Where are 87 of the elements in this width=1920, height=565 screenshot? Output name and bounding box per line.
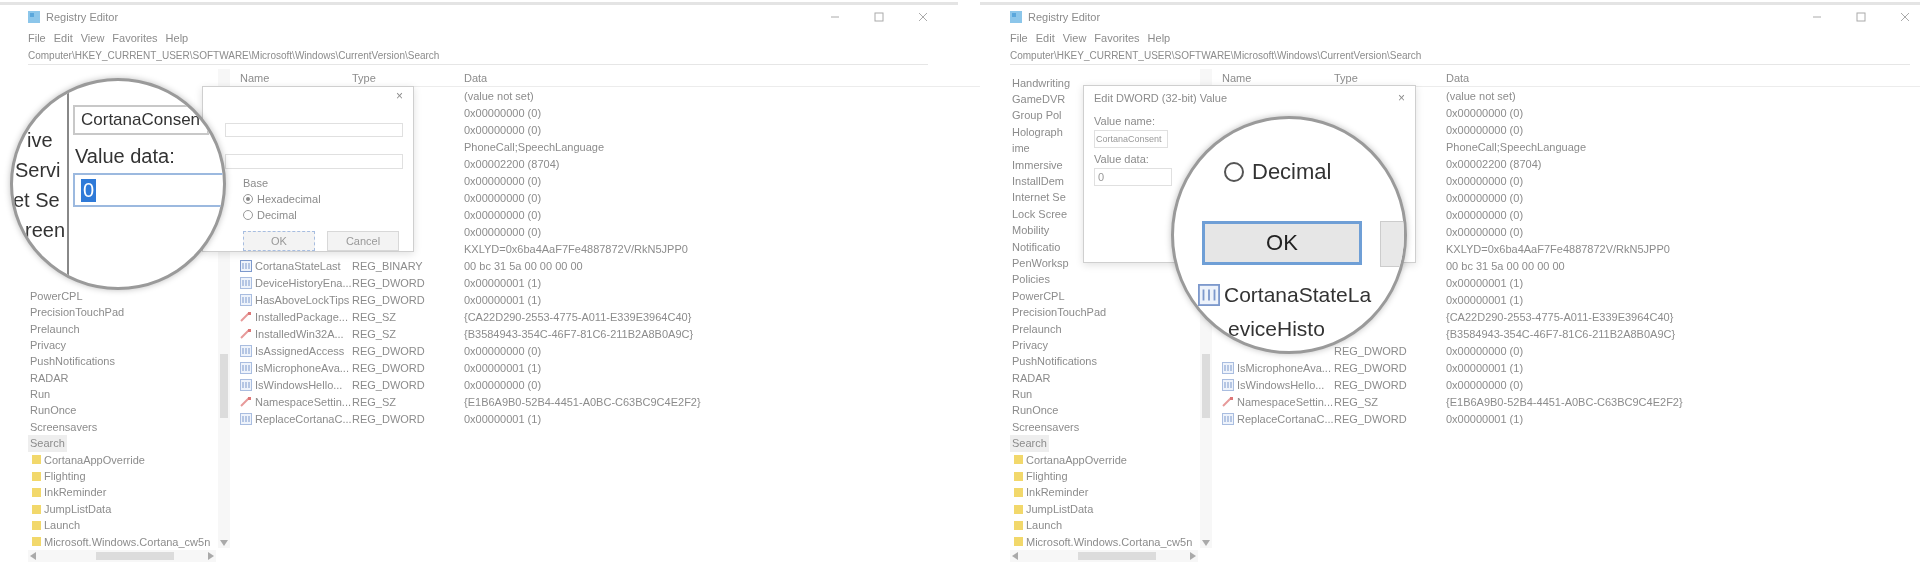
value-name: IsWindowsHello...	[1237, 378, 1325, 391]
tree-item: reen	[25, 219, 66, 242]
value-name: InstalledWin32A...	[255, 327, 344, 340]
window-title: Registry Editor	[46, 11, 119, 23]
value-data: 0x00000001 (1)	[464, 293, 542, 306]
tree-item: et Se	[13, 189, 60, 212]
value-data: 0x00000000 (0)	[464, 225, 542, 238]
value-type: REG_SZ	[352, 327, 396, 340]
value-data: 0x00000000 (0)	[1446, 378, 1524, 391]
value-data: 0x00000001 (1)	[464, 276, 542, 289]
value-data: KXLYD=0x6ba4AaF7Fe4887872V/RkN5JPP0	[1446, 242, 1670, 255]
value-data: 0x00000001 (1)	[1446, 276, 1524, 289]
value-type: REG_SZ	[352, 310, 396, 323]
value-data: 0x00000000 (0)	[464, 106, 542, 119]
tree-item: ive	[27, 129, 53, 152]
value-type: REG_DWORD	[352, 293, 425, 306]
value-name: NamespaceSettin...	[255, 395, 351, 408]
value-data: KXLYD=0x6ba4AaF7Fe4887872V/RkN5JPP0	[464, 242, 688, 255]
field-label: Value data:	[75, 145, 175, 168]
value-name-field: CortanaConsen	[73, 105, 209, 135]
value-name: InstalledPackage...	[255, 310, 348, 323]
value-type: REG_DWORD	[1334, 378, 1407, 391]
window-title: Registry Editor	[1028, 11, 1101, 23]
value-type: REG_DWORD	[1334, 361, 1407, 374]
value-name: DeviceHistoryEna...	[255, 276, 352, 289]
value-name: IsAssignedAccess	[255, 344, 345, 357]
value-data: 0x00000000 (0)	[464, 123, 542, 136]
value-data: {B3584943-354C-46F7-81C6-211B2A8B0A9C}	[1446, 327, 1676, 340]
value-data: 0x00000000 (0)	[1446, 123, 1524, 136]
value-name: IsWindowsHello...	[255, 378, 343, 391]
group-label: Base	[243, 177, 270, 189]
value-type: REG_BINARY	[352, 259, 423, 272]
value-data: 0x00000000 (0)	[1446, 191, 1524, 204]
value-data: 0x00000000 (0)	[464, 191, 542, 204]
value-name: ReplaceCortanaC...	[1237, 412, 1334, 425]
value-data-field: 0	[73, 173, 223, 207]
value-data: 00 bc 31 5a 00 00 00 00	[1446, 259, 1565, 272]
value-type: REG_DWORD	[352, 361, 425, 374]
value-type: REG_DWORD	[352, 276, 425, 289]
value-data: (value not set)	[464, 89, 534, 102]
value-data: 0x00000000 (0)	[464, 344, 542, 357]
field-label: Value data:	[1094, 153, 1149, 165]
value-data: 0x00000001 (1)	[1446, 412, 1524, 425]
value-type: REG_SZ	[1334, 395, 1378, 408]
value-data: {E1B6A9B0-52B4-4451-A0BC-C63BC9C4E2F2}	[464, 395, 701, 408]
value-data: 0x00000000 (0)	[1446, 174, 1524, 187]
value-data: 0x00000001 (1)	[464, 361, 542, 374]
value-type: REG_DWORD	[1334, 344, 1407, 357]
value-name: IsMicrophoneAva...	[1237, 361, 1331, 374]
radio-label: Hexadecimal	[257, 193, 321, 205]
value-data: {CA22D290-2553-4775-A011-E339E3964C40}	[464, 310, 692, 323]
value-data: {B3584943-354C-46F7-81C6-211B2A8B0A9C}	[464, 327, 694, 340]
radio-label: Decimal	[1252, 159, 1332, 185]
value-data: PhoneCall;SpeechLanguage	[464, 140, 605, 153]
value-type: REG_DWORD	[1334, 412, 1407, 425]
tree-item: Servi	[15, 159, 61, 182]
value-data: 0x00000000 (0)	[1446, 225, 1524, 238]
value-name: NamespaceSettin...	[1237, 395, 1333, 408]
value-type: REG_DWORD	[352, 344, 425, 357]
radio-label: Decimal	[257, 209, 297, 221]
value-data: {E1B6A9B0-52B4-4451-A0BC-C63BC9C4E2F2}	[1446, 395, 1683, 408]
value-name: HasAboveLockTips	[255, 293, 350, 306]
value-data: 0x00000000 (0)	[464, 378, 542, 391]
value-data: 0x00000001 (1)	[1446, 293, 1524, 306]
value-name: CortanaStateLa	[1224, 283, 1372, 307]
dialog-title: Edit DWORD (32-bit) Value	[1094, 92, 1228, 104]
value-data: 0x00000001 (1)	[464, 412, 542, 425]
value-data: 0x00000000 (0)	[1446, 208, 1524, 221]
value-data: 0x00000001 (1)	[1446, 361, 1524, 374]
field-label: Value name:	[1094, 115, 1155, 127]
value-data: 0x00000000 (0)	[464, 174, 542, 187]
value-data: 0x00000000 (0)	[1446, 106, 1524, 119]
value-name: eviceHisto	[1228, 317, 1325, 341]
value-data: 00 bc 31 5a 00 00 00 00	[464, 259, 583, 272]
value-data: {CA22D290-2553-4775-A011-E339E3964C40}	[1446, 310, 1674, 323]
value-data: 0x00002200 (8704)	[464, 157, 560, 170]
value-data: 0x00000000 (0)	[464, 208, 542, 221]
value-data: (value not set)	[1446, 89, 1516, 102]
value-type: REG_DWORD	[352, 412, 425, 425]
value-name: IsMicrophoneAva...	[255, 361, 349, 374]
value-type: REG_SZ	[352, 395, 396, 408]
value-name: ReplaceCortanaC...	[255, 412, 352, 425]
value-type: REG_DWORD	[352, 378, 425, 391]
value-data: 0x00000000 (0)	[1446, 344, 1524, 357]
value-data: PhoneCall;SpeechLanguage	[1446, 140, 1587, 153]
value-name: CortanaStateLast	[255, 259, 341, 272]
value-data: 0x00002200 (8704)	[1446, 157, 1542, 170]
